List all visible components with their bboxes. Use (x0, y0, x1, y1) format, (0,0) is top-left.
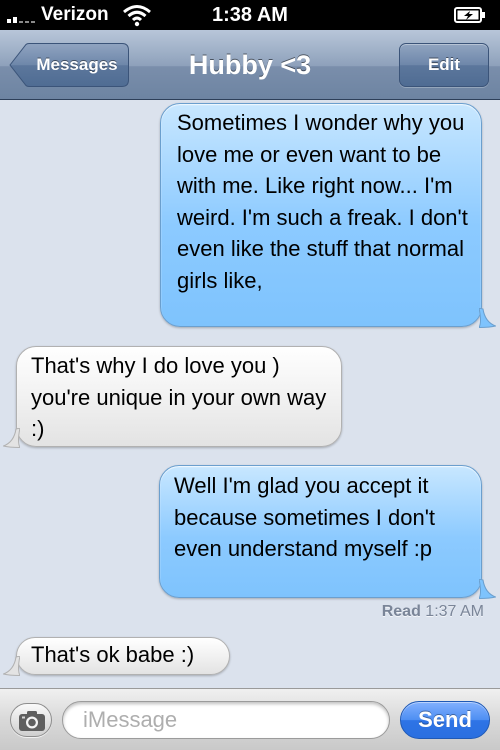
message-thread: Sometimes I wonder why you love me or ev… (0, 100, 500, 688)
back-messages-button[interactable]: Messages (9, 43, 129, 87)
back-button-label: Messages (36, 55, 118, 74)
sent-message-bubble[interactable]: Well I'm glad you accept it because some… (159, 465, 496, 599)
message-text: Well I'm glad you accept it because some… (174, 473, 436, 561)
navigation-bar: Messages Hubby <3 Edit (0, 30, 500, 100)
read-receipt: Read 1:37 AM (280, 603, 484, 621)
sent-message-bubble[interactable]: Sometimes I wonder why you love me or ev… (160, 103, 496, 328)
received-message-bubble[interactable]: That's ok babe :) (3, 637, 230, 676)
battery-charging-icon (454, 7, 486, 23)
read-receipt-label: Read (381, 603, 421, 620)
message-text: That's ok babe :) (31, 642, 195, 667)
status-bar: Verizon 1:38 AM (0, 0, 500, 30)
conversation-title: Hubby <3 (188, 50, 312, 80)
send-button[interactable]: Send (400, 701, 490, 739)
camera-button[interactable] (10, 703, 52, 737)
read-receipt-time: 1:37 AM (425, 603, 484, 620)
received-message-bubble[interactable]: That's why I do love you ) you're unique… (3, 346, 342, 448)
message-composer: Send (0, 688, 500, 750)
camera-icon (19, 711, 45, 731)
bubble-tail-icon (479, 579, 496, 599)
bubble-tail-icon (479, 308, 496, 328)
bubble-tail-icon (3, 428, 20, 448)
message-text: Sometimes I wonder why you love me or ev… (177, 110, 468, 293)
message-text: That's why I do love you ) you're unique… (31, 353, 327, 441)
edit-button[interactable]: Edit (399, 43, 489, 87)
bubble-tail-icon (3, 656, 20, 676)
status-time: 1:38 AM (212, 4, 288, 26)
imessage-input[interactable] (62, 701, 390, 739)
